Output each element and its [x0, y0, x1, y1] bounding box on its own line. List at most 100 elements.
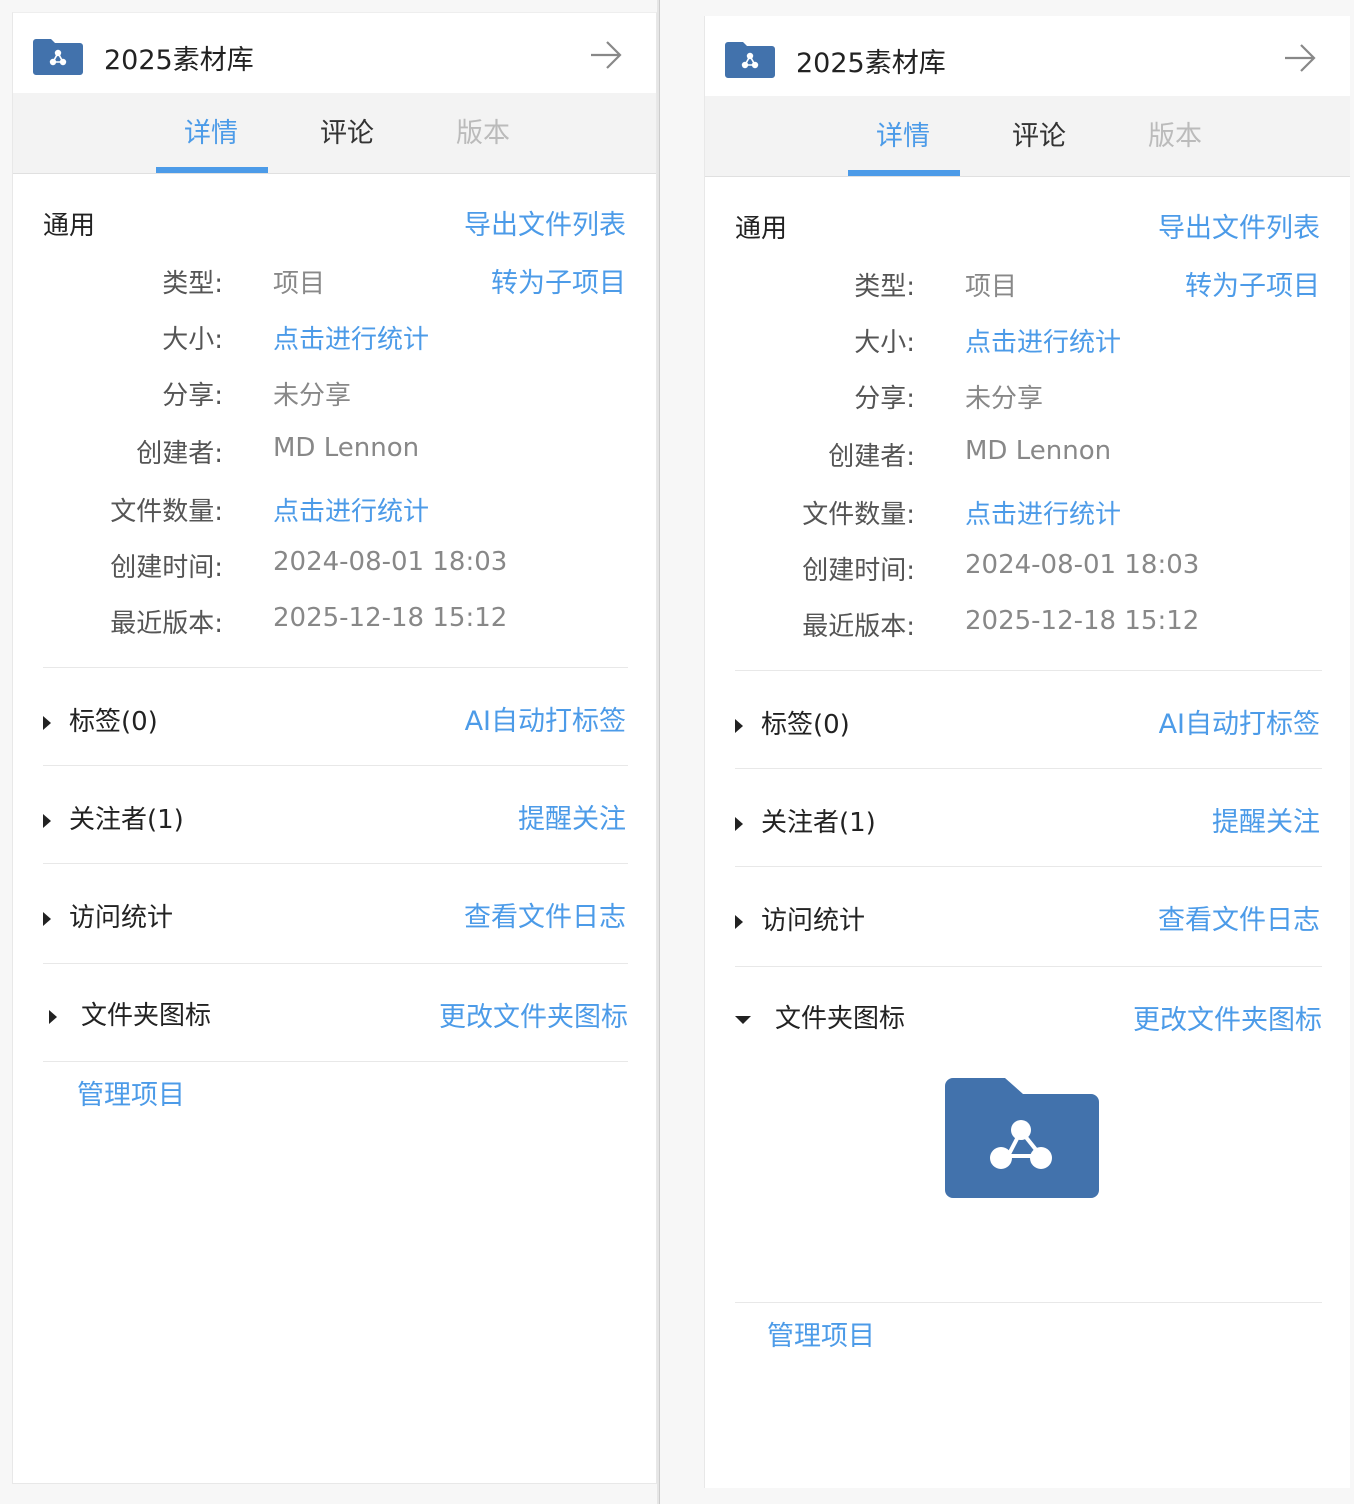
convert-subproject-link[interactable]: 转为子项目: [1185, 264, 1320, 303]
divider: [735, 866, 1322, 867]
export-file-list-link[interactable]: 导出文件列表: [464, 203, 626, 242]
tab-details[interactable]: 详情: [184, 111, 238, 150]
creator-label: 创建者:: [136, 439, 223, 469]
general-section-title: 通用: [735, 214, 788, 244]
tab-bar: 详情 评论 版本: [13, 93, 656, 174]
followers-label: 关注者(1): [69, 805, 184, 835]
creator-value: MD Lennon: [273, 433, 420, 463]
caret-down-icon: [735, 1015, 751, 1024]
created-time-label: 创建时间:: [802, 556, 915, 586]
view-file-log-link[interactable]: 查看文件日志: [464, 895, 626, 934]
type-value: 项目: [965, 272, 1018, 302]
general-section-title: 通用: [43, 211, 96, 241]
divider: [735, 768, 1322, 769]
size-calc-link[interactable]: 点击进行统计: [965, 322, 1121, 359]
visits-expander[interactable]: 访问统计: [735, 900, 865, 937]
arrow-right-icon[interactable]: [1282, 40, 1318, 76]
panel-divider: [657, 0, 660, 1504]
share-label: 分享:: [854, 384, 915, 414]
folder-share-icon: [945, 1078, 1099, 1198]
manage-project-link[interactable]: 管理项目: [767, 1314, 875, 1353]
type-value: 项目: [273, 269, 326, 299]
tags-label: 标签(0): [69, 707, 158, 737]
folder-share-icon: [33, 39, 83, 75]
tab-versions: 版本: [1148, 121, 1202, 152]
divider: [43, 765, 628, 766]
latest-version-label: 最近版本:: [802, 612, 915, 642]
tab-comments[interactable]: 评论: [320, 111, 374, 150]
folder-icon-expander[interactable]: 文件夹图标: [735, 998, 905, 1035]
visits-label: 访问统计: [761, 906, 866, 936]
divider: [735, 670, 1322, 671]
followers-expander[interactable]: 关注者(1): [735, 802, 876, 839]
ai-auto-tag-link[interactable]: AI自动打标签: [1159, 702, 1320, 741]
remind-follow-link[interactable]: 提醒关注: [518, 797, 626, 836]
caret-right-icon: [43, 911, 51, 926]
view-file-log-link[interactable]: 查看文件日志: [1158, 898, 1320, 937]
tab-bar: 详情 评论 版本: [705, 96, 1350, 177]
followers-label: 关注者(1): [761, 808, 876, 838]
folder-icon-label: 文件夹图标: [775, 1004, 906, 1034]
folder-share-icon: [725, 42, 775, 78]
visits-label: 访问统计: [69, 903, 174, 933]
visits-expander[interactable]: 访问统计: [43, 897, 173, 934]
creator-value: MD Lennon: [965, 436, 1112, 466]
file-count-calc-link[interactable]: 点击进行统计: [965, 494, 1121, 531]
caret-right-icon: [735, 718, 743, 733]
file-count-calc-link[interactable]: 点击进行统计: [273, 491, 429, 528]
export-file-list-link[interactable]: 导出文件列表: [1158, 206, 1320, 245]
divider: [735, 1302, 1322, 1303]
caret-right-icon: [735, 914, 743, 929]
ai-auto-tag-link[interactable]: AI自动打标签: [465, 699, 626, 738]
share-label: 分享:: [162, 381, 223, 411]
caret-right-icon: [735, 816, 743, 831]
created-time-label: 创建时间:: [110, 553, 223, 583]
tab-comments[interactable]: 评论: [1012, 114, 1066, 153]
share-value: 未分享: [965, 384, 1044, 414]
created-time-value: 2024-08-01 18:03: [965, 550, 1200, 580]
divider: [43, 963, 628, 964]
details-panel-expanded: 2025素材库 详情 评论 版本 通用 导出文件列表 类型: 项目 转为子项目 …: [704, 16, 1350, 1488]
folder-icon-label: 文件夹图标: [81, 1001, 212, 1031]
remind-follow-link[interactable]: 提醒关注: [1212, 800, 1320, 839]
divider: [43, 667, 628, 668]
tab-active-indicator: [156, 167, 268, 173]
convert-subproject-link[interactable]: 转为子项目: [491, 261, 626, 300]
folder-icon-expander[interactable]: 文件夹图标: [49, 995, 211, 1032]
caret-right-icon: [49, 1009, 57, 1024]
arrow-right-icon[interactable]: [588, 37, 624, 73]
caret-right-icon: [43, 715, 51, 730]
size-label: 大小:: [162, 325, 223, 355]
details-panel-collapsed: 2025素材库 详情 评论 版本 通用 导出文件列表 类型: 项目 转为子项目 …: [12, 12, 657, 1484]
latest-version-value: 2025-12-18 15:12: [273, 603, 508, 633]
divider: [735, 966, 1322, 967]
type-label: 类型:: [162, 269, 223, 299]
share-value: 未分享: [273, 381, 352, 411]
tab-details[interactable]: 详情: [876, 114, 930, 153]
latest-version-label: 最近版本:: [110, 609, 223, 639]
change-folder-icon-link[interactable]: 更改文件夹图标: [1133, 998, 1322, 1037]
panel-header: 2025素材库: [705, 16, 1350, 96]
divider: [43, 1061, 628, 1062]
size-label: 大小:: [854, 328, 915, 358]
creator-label: 创建者:: [828, 442, 915, 472]
file-count-label: 文件数量:: [110, 497, 223, 527]
followers-expander[interactable]: 关注者(1): [43, 799, 184, 836]
size-calc-link[interactable]: 点击进行统计: [273, 319, 429, 356]
latest-version-value: 2025-12-18 15:12: [965, 606, 1200, 636]
tags-label: 标签(0): [761, 710, 850, 740]
caret-right-icon: [43, 813, 51, 828]
panel-header: 2025素材库: [13, 13, 656, 93]
manage-project-link[interactable]: 管理项目: [77, 1073, 185, 1112]
divider: [43, 863, 628, 864]
change-folder-icon-link[interactable]: 更改文件夹图标: [439, 995, 628, 1034]
folder-title: 2025素材库: [796, 48, 946, 79]
type-label: 类型:: [854, 272, 915, 302]
tags-expander[interactable]: 标签(0): [43, 701, 158, 738]
folder-title: 2025素材库: [104, 45, 254, 76]
tab-active-indicator: [848, 170, 960, 176]
tab-versions: 版本: [456, 118, 510, 149]
created-time-value: 2024-08-01 18:03: [273, 547, 508, 577]
tags-expander[interactable]: 标签(0): [735, 704, 850, 741]
file-count-label: 文件数量:: [802, 500, 915, 530]
